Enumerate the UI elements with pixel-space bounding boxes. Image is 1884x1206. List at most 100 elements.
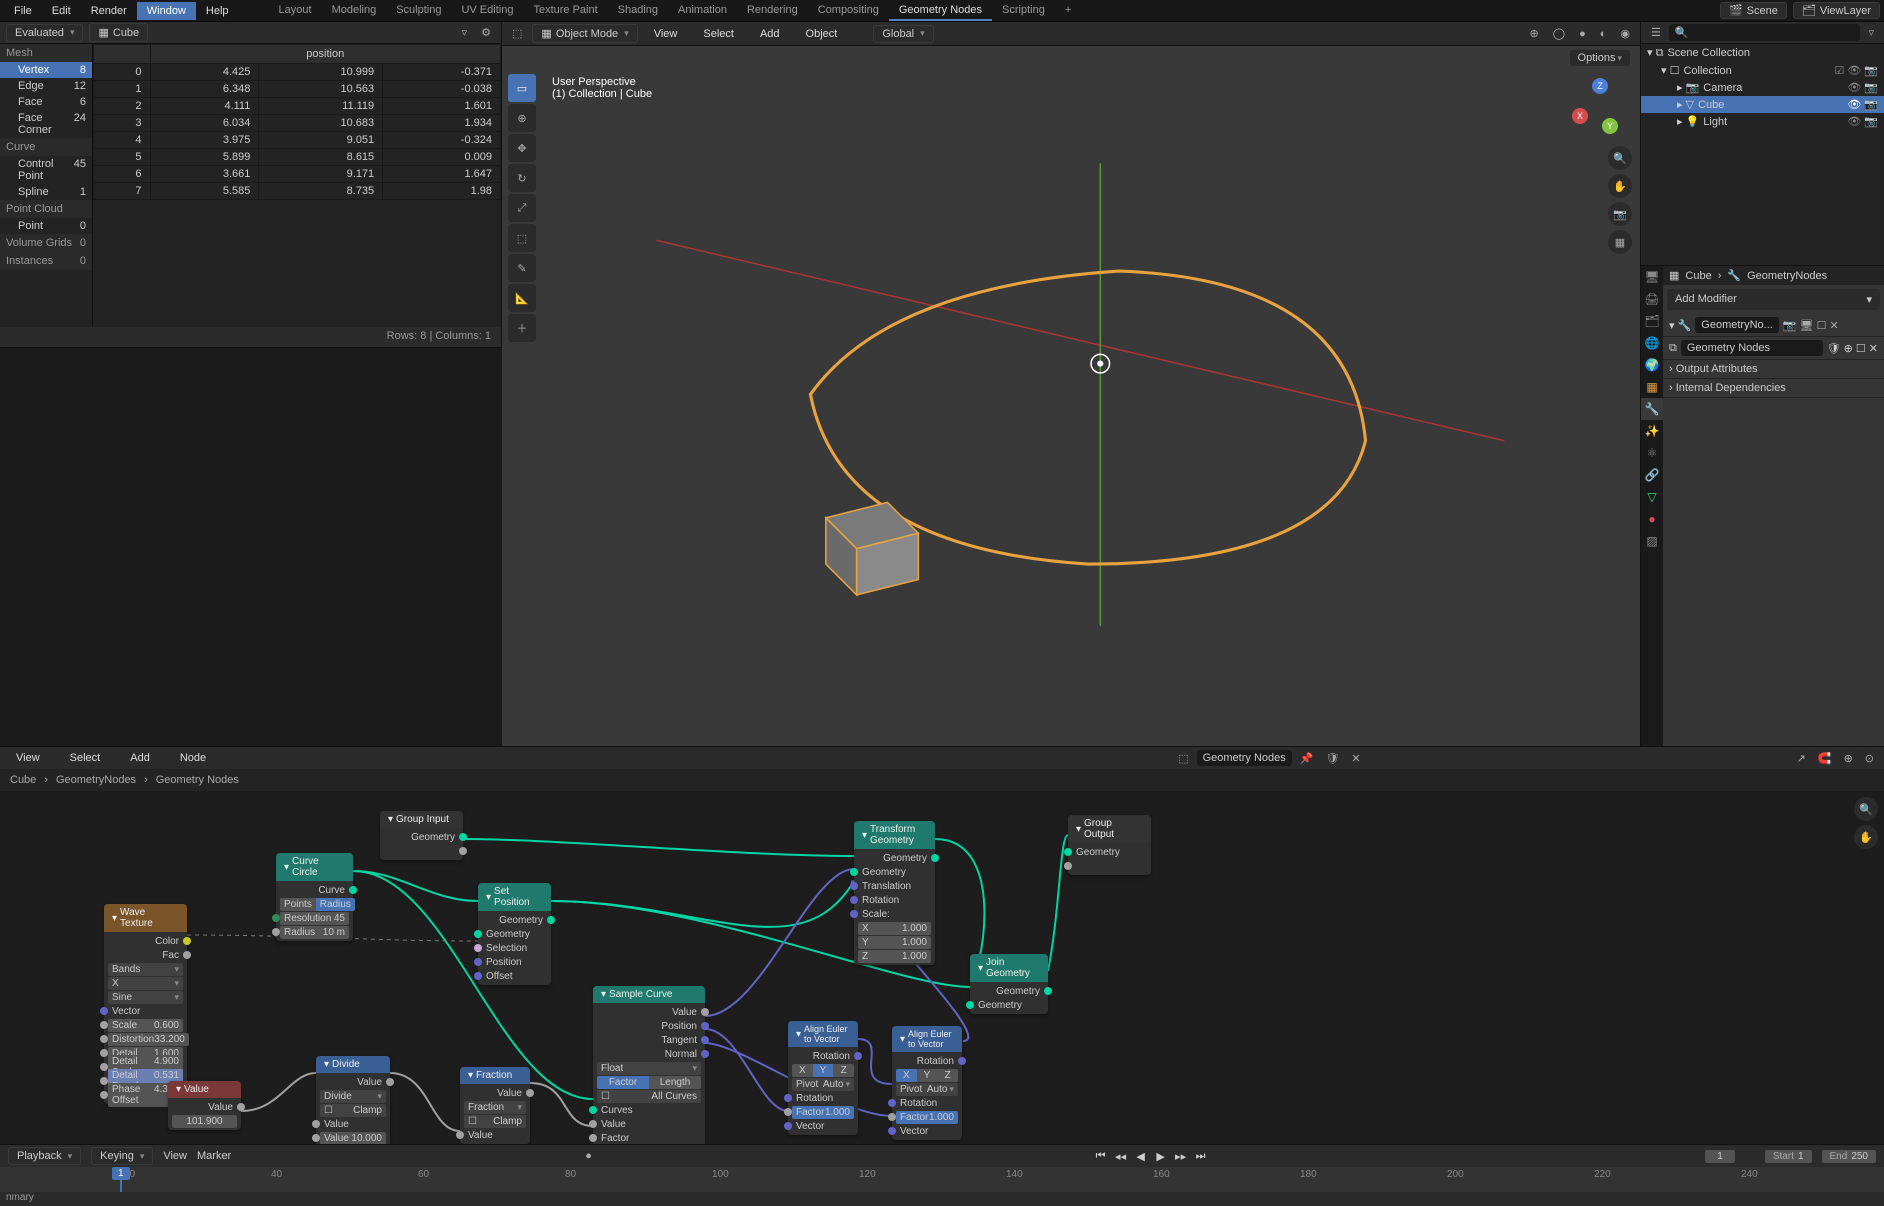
prop-tab-particle[interactable]: ✨ (1641, 420, 1663, 442)
outliner-collection[interactable]: ▾ ☐Collection☑👁📷 (1641, 62, 1884, 79)
table-row[interactable]: 24.11111.1191.601 (94, 98, 501, 115)
outliner-item-cube[interactable]: ▸ ▽Cube👁📷 (1641, 96, 1884, 113)
prop-tab-viewlayer[interactable]: 🗂 (1641, 310, 1663, 332)
node-join-geometry[interactable]: ▾Join Geometry Geometry Geometry (970, 954, 1048, 1014)
outliner-root[interactable]: ▾ ⧉Scene Collection (1641, 44, 1884, 62)
ss-item-face[interactable]: Face6 (0, 94, 92, 110)
autokey-icon[interactable]: ● (581, 1148, 596, 1164)
table-row[interactable]: 16.34810.563-0.038 (94, 81, 501, 98)
node-transform-geometry[interactable]: ▾Transform Geometry Geometry Geometry Tr… (854, 821, 935, 965)
menu-help[interactable]: Help (196, 2, 239, 20)
modifier-panel[interactable]: ▾ 🔧GeometryNo... 📷 🖥 ☐ ✕ (1663, 314, 1884, 337)
next-key-icon[interactable]: ▸▸ (1172, 1148, 1190, 1164)
prop-tab-output[interactable]: 🖨 (1641, 288, 1663, 310)
ne-group-name[interactable]: Geometry Nodes (1197, 750, 1292, 766)
prop-panel-outputs[interactable]: › Output Attributes (1663, 360, 1884, 379)
node-align-euler-2[interactable]: ▾Align Euler to Vector Rotation XYZ Pivo… (892, 1026, 962, 1140)
spreadsheet-table[interactable]: position 04.42510.999-0.371 16.34810.563… (93, 44, 501, 327)
menu-file[interactable]: File (4, 2, 42, 20)
ne-pan-icon[interactable]: ✋ (1854, 825, 1878, 849)
tl-playback[interactable]: Playback (8, 1147, 81, 1165)
ne-snap-icon[interactable]: 🧲 (1814, 750, 1836, 767)
ss-item-cp[interactable]: Control Point45 (0, 156, 92, 184)
viewlayer-selector[interactable]: 🗂 ViewLayer (1793, 2, 1880, 19)
workspace-tab[interactable]: Texture Paint (523, 1, 607, 21)
ne-overlay2-icon[interactable]: ⊙ (1861, 750, 1878, 767)
node-group-input[interactable]: ▾Group Input Geometry (380, 811, 463, 860)
ss-item-spline[interactable]: Spline1 (0, 184, 92, 200)
tl-start[interactable]: Start1 (1765, 1150, 1812, 1163)
nodegroup-selector[interactable]: ⧉Geometry Nodes🛡 ⊕ ☐ ✕ (1663, 337, 1884, 360)
tl-frame-current[interactable]: 1 (1705, 1150, 1735, 1163)
menu-edit[interactable]: Edit (42, 2, 81, 20)
overlay-icon[interactable]: ⊕ (1526, 25, 1543, 42)
add-modifier-button[interactable]: Add Modifier▾ (1667, 289, 1880, 310)
ss-item-edge[interactable]: Edge12 (0, 78, 92, 94)
camera-icon[interactable]: 📷 (1608, 202, 1632, 226)
cc-radius[interactable]: Radius (316, 898, 355, 911)
bc-group[interactable]: Geometry Nodes (156, 774, 239, 786)
vp-menu-select[interactable]: Select (693, 25, 744, 43)
shading-wire-icon[interactable]: ◯ (1549, 25, 1569, 42)
play-icon[interactable]: ▶ (1152, 1148, 1170, 1164)
outliner-item-light[interactable]: ▸ 💡Light👁📷 (1641, 113, 1884, 130)
prop-tab-constraint[interactable]: 🔗 (1641, 464, 1663, 486)
node-math-divide[interactable]: ▾Divide Value Divide ☐ Clamp Value Value… (316, 1056, 390, 1144)
workspace-tab[interactable]: Animation (668, 1, 737, 21)
prop-tab-data[interactable]: ▽ (1641, 486, 1663, 508)
bc-obj[interactable]: Cube (10, 774, 36, 786)
vp-menu-object[interactable]: Object (796, 25, 848, 43)
tl-view[interactable]: View (163, 1150, 187, 1162)
workspace-tab[interactable]: Layout (269, 1, 322, 21)
prop-tab-modifier[interactable]: 🔧 (1641, 398, 1663, 420)
bc-mod[interactable]: GeometryNodes (56, 774, 136, 786)
outliner-search[interactable]: 🔍 (1669, 24, 1861, 41)
table-row[interactable]: 43.9759.051-0.324 (94, 132, 501, 149)
jump-end-icon[interactable]: ⏭ (1192, 1148, 1210, 1164)
nav-gizmo[interactable]: ZXY (1570, 76, 1630, 139)
spreadsheet-obj-dropdown[interactable]: ▦ Cube (89, 23, 148, 42)
ss-item-point[interactable]: Point0 (0, 218, 92, 234)
playhead[interactable]: 1 (112, 1167, 130, 1180)
prop-tab-object[interactable]: ▦ (1641, 376, 1663, 398)
ne-close-icon[interactable]: ✕ (1347, 750, 1364, 767)
menu-window[interactable]: Window (137, 2, 196, 20)
prop-tab-texture[interactable]: ▨ (1641, 530, 1663, 552)
ss-item-vertex[interactable]: Vertex8 (0, 62, 92, 78)
mode-dropdown[interactable]: ▦ Object Mode (532, 24, 637, 43)
workspace-tab[interactable]: UV Editing (451, 1, 523, 21)
vp-menu-view[interactable]: View (644, 25, 688, 43)
tl-keying[interactable]: Keying (91, 1147, 153, 1165)
ne-editor-icon[interactable]: ⬚ (1174, 750, 1192, 767)
orient-dropdown[interactable]: Global (873, 25, 933, 43)
scene-selector[interactable]: 🎬 Scene (1720, 2, 1787, 19)
modifier-name[interactable]: GeometryNo... (1695, 317, 1779, 333)
ne-menu-view[interactable]: View (6, 749, 50, 767)
ne-arrow-icon[interactable]: ↗ (1793, 750, 1810, 767)
mod-icons[interactable]: 📷 🖥 ☐ ✕ (1783, 319, 1839, 332)
ss-cat-mesh[interactable]: Mesh (0, 44, 92, 62)
pan-icon[interactable]: ✋ (1608, 174, 1632, 198)
node-sample-curve[interactable]: ▾Sample Curve Value Position Tangent Nor… (593, 986, 705, 1144)
ne-pin-icon[interactable]: 📌 (1296, 750, 1318, 767)
ne-zoom-icon[interactable]: 🔍 (1854, 797, 1878, 821)
node-value[interactable]: ▾Value Value 101.900 (168, 1081, 241, 1130)
filter-icon[interactable]: ▿ (458, 24, 472, 41)
ne-overlay1-icon[interactable]: ⊕ (1840, 750, 1857, 767)
prop-panel-deps[interactable]: › Internal Dependencies (1663, 379, 1884, 398)
workspace-tab[interactable]: Rendering (737, 1, 808, 21)
node-math-fraction[interactable]: ▾Fraction Value Fraction ☐ Clamp Value (460, 1067, 530, 1144)
table-row[interactable]: 36.03410.6831.934 (94, 115, 501, 132)
filter-icon[interactable]: ▿ (1864, 24, 1878, 41)
ne-shield-icon[interactable]: 🛡 (1321, 750, 1343, 767)
editor-type-icon[interactable]: ⬚ (508, 25, 526, 42)
ss-cat-pc[interactable]: Point Cloud (0, 200, 92, 218)
vp-menu-add[interactable]: Add (750, 25, 790, 43)
prop-tab-scene[interactable]: 🌐 (1641, 332, 1663, 354)
ss-cat-vg[interactable]: Volume Grids0 (0, 234, 92, 252)
table-row[interactable]: 04.42510.999-0.371 (94, 64, 501, 81)
node-canvas[interactable]: ▾Group Input Geometry ▾Group Output Geom… (0, 791, 1884, 1144)
shading-render-icon[interactable]: ◉ (1616, 25, 1634, 42)
shading-solid-icon[interactable]: ● (1575, 26, 1590, 42)
tl-marker[interactable]: Marker (197, 1150, 231, 1162)
